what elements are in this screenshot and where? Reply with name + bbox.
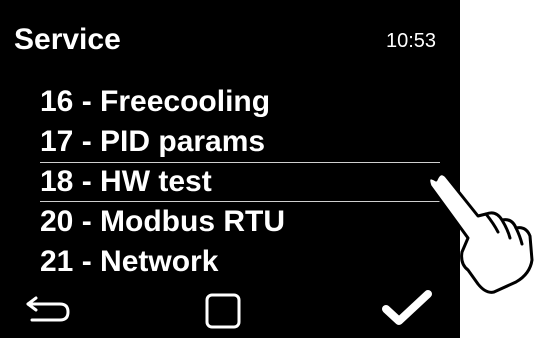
device-screen: Service 10:53 16 - Freecooling 17 - PID … — [0, 0, 460, 338]
back-arrow-icon — [26, 296, 70, 322]
menu-item-network[interactable]: 21 - Network — [40, 242, 440, 282]
menu-item-hw-test[interactable]: 18 - HW test — [40, 162, 440, 202]
back-button[interactable] — [24, 290, 74, 326]
home-button[interactable] — [204, 292, 242, 330]
menu-item-modbus-rtu[interactable]: 20 - Modbus RTU — [40, 202, 440, 242]
page-title: Service — [14, 23, 121, 56]
clock: 10:53 — [386, 30, 437, 52]
menu-item-freecooling[interactable]: 16 - Freecooling — [40, 82, 440, 122]
square-icon — [205, 293, 241, 329]
menu-item-pid-params[interactable]: 17 - PID params — [40, 122, 440, 162]
menu-list: 16 - Freecooling 17 - PID params 18 - HW… — [40, 82, 440, 282]
pointing-hand-icon — [420, 160, 538, 320]
